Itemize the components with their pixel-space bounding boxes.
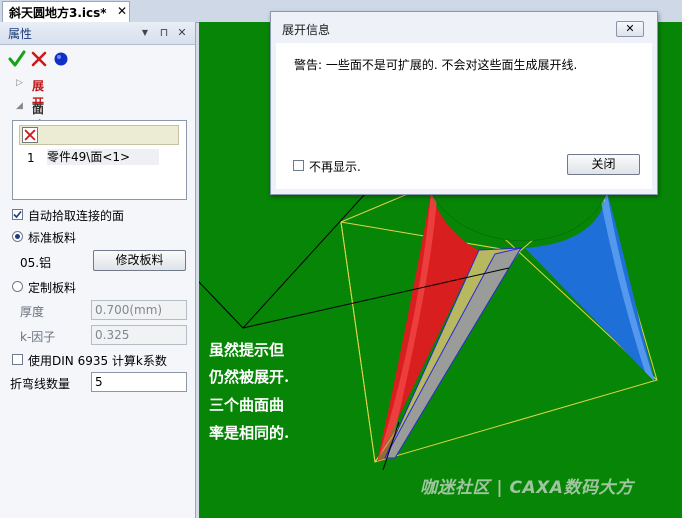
dropdown-icon[interactable]: ▼ (138, 25, 152, 41)
dialog-ok-button[interactable]: 关闭 (567, 154, 640, 175)
checkmark-icon (13, 210, 22, 219)
watermark: 咖迷社区 | CAXA数码大方 (420, 478, 634, 498)
custom-sheet-radio[interactable] (12, 281, 23, 292)
dialog-title: 展开信息 (282, 23, 331, 37)
k-factor-input[interactable]: 0.325 (91, 325, 187, 345)
din-checkbox[interactable] (12, 354, 23, 365)
dialog-body: 警告: 一些面不是可扩展的. 不会对这些面生成展开线. 不再显示. 关闭 (276, 43, 652, 189)
panel-header: 属性 ▼ ⊓ ✕ (0, 22, 195, 45)
close-icon[interactable]: ✕ (115, 3, 129, 19)
document-tab-label: 斜天圆地方3.ics* (9, 6, 107, 20)
dont-show-again-label: 不再显示. (309, 160, 361, 174)
face-list-toolbar (19, 125, 179, 145)
panel-title: 属性 (8, 27, 33, 41)
face-row-name[interactable]: 零件49\面<1> (47, 149, 159, 165)
dialog-close-button[interactable]: ✕ (616, 21, 644, 37)
collapse-arrow-icon: ◢ (16, 101, 23, 111)
unfold-info-dialog: 展开信息 ✕ 警告: 一些面不是可扩展的. 不会对这些面生成展开线. 不再显示.… (270, 11, 658, 195)
auto-pick-label: 自动拾取连接的面 (28, 209, 125, 223)
confirm-check-icon[interactable] (8, 50, 26, 68)
auto-pick-checkbox[interactable] (12, 209, 23, 220)
modify-sheet-button[interactable]: 修改板料 (93, 250, 186, 271)
cancel-x-icon[interactable] (30, 50, 48, 68)
annotation-line-1: 虽然提示但 (209, 341, 285, 359)
thickness-label: 厚度 (20, 305, 45, 319)
k-factor-label: k-因子 (20, 330, 56, 344)
face-row-index: 1 (27, 151, 35, 165)
annotation-line-2: 仍然被展开. (209, 368, 290, 386)
dialog-message: 警告: 一些面不是可扩展的. 不会对这些面生成展开线. (294, 58, 578, 72)
annotation-line-4: 率是相同的. (209, 424, 290, 442)
din-label: 使用DIN 6935 计算k系数 (28, 354, 167, 368)
bend-count-input[interactable]: 5 (91, 372, 187, 392)
document-tab[interactable]: 斜天圆地方3.ics* ✕ (2, 1, 130, 22)
material-value: 05.铝 (20, 256, 52, 270)
annotation-line-3: 三个曲面曲 (209, 396, 285, 414)
close-icon: ✕ (625, 22, 635, 35)
close-icon[interactable]: ✕ (175, 25, 189, 41)
properties-panel: 属性 ▼ ⊓ ✕ ▷ 展开 ◢ 面选择 1 零件49\面<1> 自动拾取连接的面 (0, 22, 196, 518)
dont-show-again-checkbox[interactable] (293, 160, 304, 171)
preview-dot-icon[interactable] (52, 50, 70, 68)
expand-arrow-icon: ▷ (16, 78, 23, 88)
bend-count-label: 折弯线数量 (10, 377, 71, 391)
delete-face-icon[interactable] (22, 127, 38, 143)
custom-sheet-label: 定制板料 (28, 281, 77, 295)
standard-sheet-label: 标准板料 (28, 231, 77, 245)
standard-sheet-radio[interactable] (12, 231, 23, 242)
pin-icon[interactable]: ⊓ (157, 25, 171, 41)
thickness-input[interactable]: 0.700(mm) (91, 300, 187, 320)
face-list-box: 1 零件49\面<1> (12, 120, 187, 200)
